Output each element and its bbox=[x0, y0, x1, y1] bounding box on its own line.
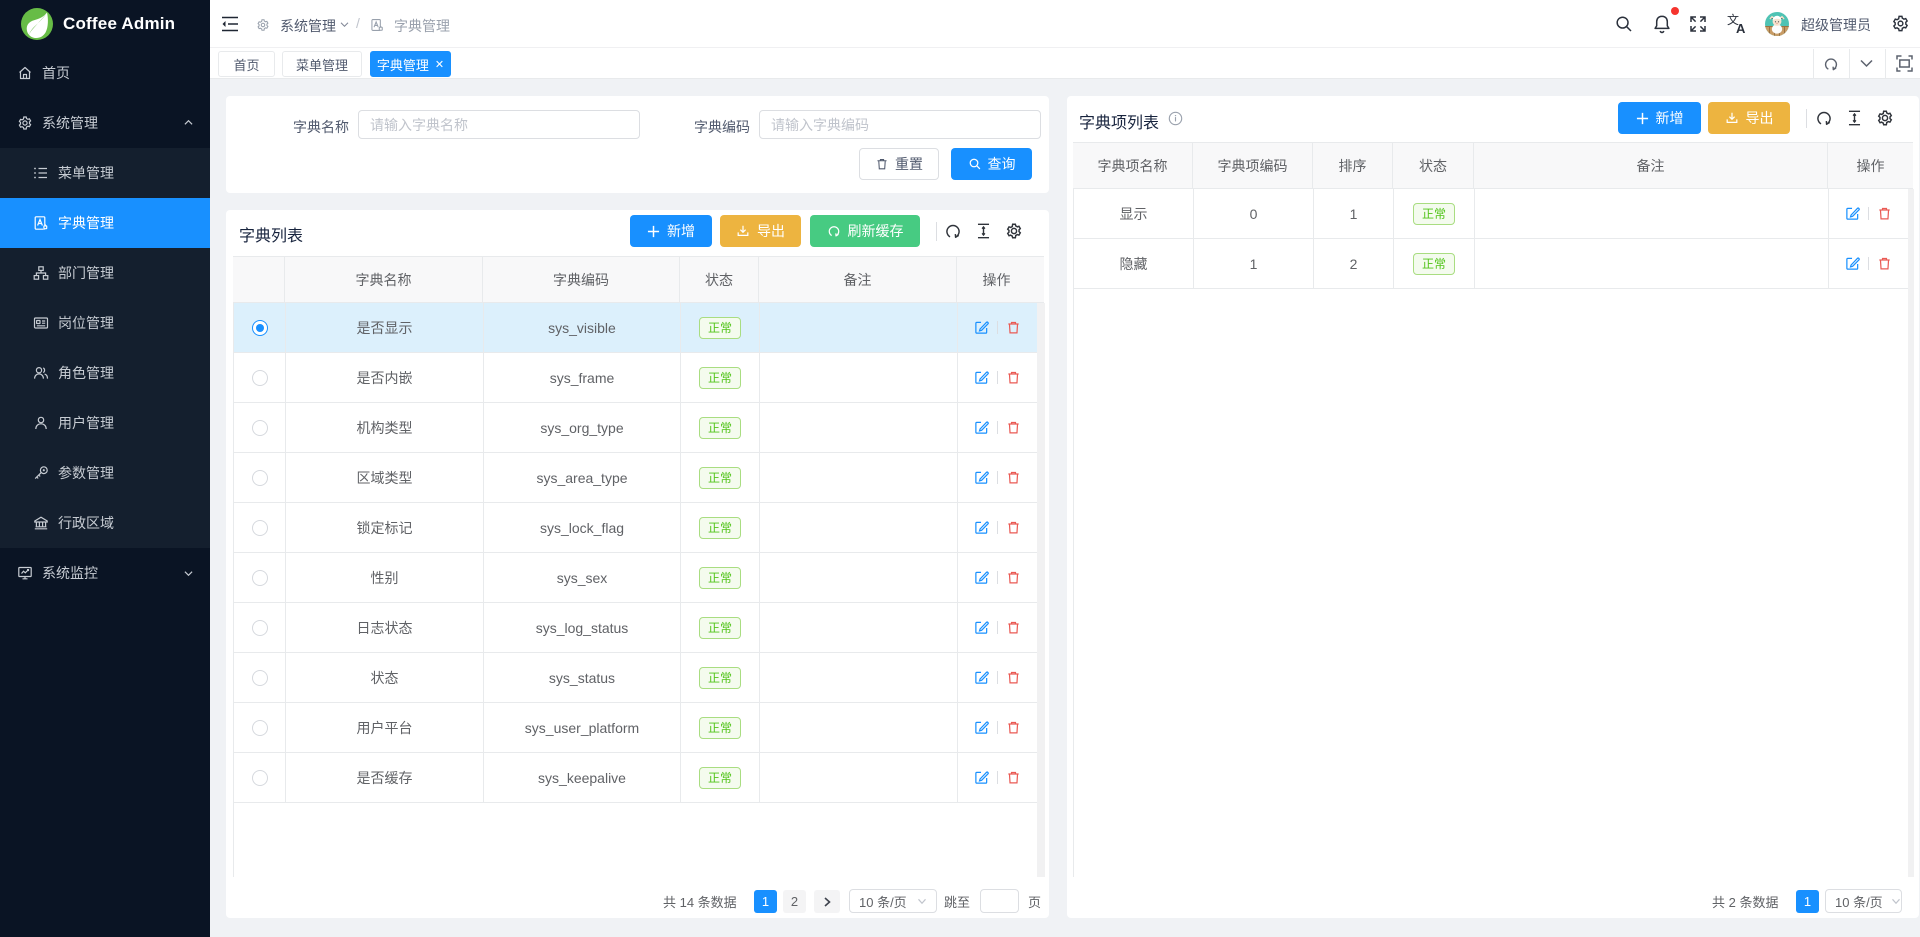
svg-text:A: A bbox=[1736, 21, 1746, 34]
